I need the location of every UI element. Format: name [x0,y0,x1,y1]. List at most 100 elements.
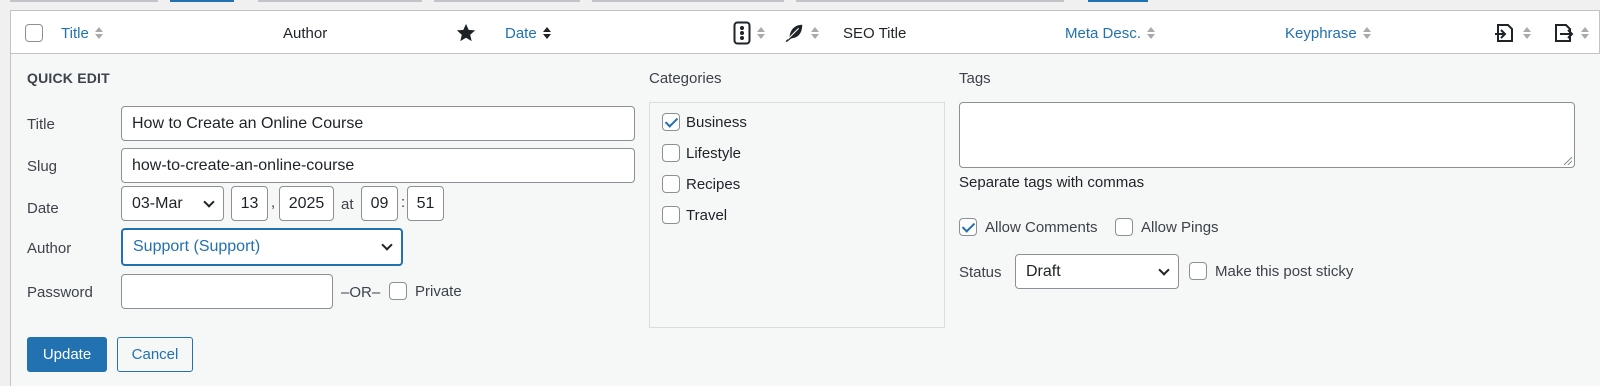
password-label: Password [27,284,93,301]
sort-icon [1581,27,1589,39]
date-at: at [341,196,354,213]
author-value: Support (Support) [133,238,261,255]
category-item[interactable]: Business [662,113,747,131]
posts-table-header: Title Author Date SEO Title Meta Desc. K… [10,10,1600,54]
sort-icon [1362,27,1371,39]
minute-input[interactable]: 51 [407,186,444,221]
category-item[interactable]: Lifestyle [662,144,741,162]
sort-icon [811,27,819,39]
column-seo-score[interactable] [733,11,765,55]
date-comma: , [271,194,276,211]
toolbar-remnant-segment [10,0,158,2]
category-item[interactable]: Travel [662,206,727,224]
column-incoming-links[interactable] [1493,11,1531,55]
categories-checklist: Business Lifestyle Recipes Travel [649,102,945,328]
sort-icon [757,27,765,39]
title-input[interactable]: How to Create an Online Course [121,106,635,141]
category-checkbox[interactable] [662,175,680,193]
status-select[interactable]: Draft [1015,254,1179,289]
allow-comments-option[interactable]: Allow Comments [959,218,1098,236]
category-checkbox[interactable] [662,144,680,162]
chevron-down-icon [203,195,215,208]
category-label: Lifestyle [686,144,742,162]
private-label: Private [415,282,462,300]
column-title[interactable]: Title [61,11,103,55]
category-label: Business [686,113,747,131]
chevron-down-icon [381,239,393,251]
toolbar-remnant-segment [258,0,422,2]
column-title-label[interactable]: Title [61,25,89,42]
allow-pings-checkbox[interactable] [1115,218,1133,236]
status-value: Draft [1026,262,1061,280]
date-label: Date [27,200,59,217]
column-author-label: Author [283,24,328,42]
column-meta-desc[interactable]: Meta Desc. [1065,11,1155,55]
cancel-button[interactable]: Cancel [117,337,193,372]
allow-comments-checkbox[interactable] [959,218,977,236]
hour-input[interactable]: 09 [361,186,398,221]
day-input[interactable]: 13 [231,186,268,221]
select-all-checkbox[interactable] [25,24,43,42]
sort-icon [1523,27,1531,39]
allow-pings-label: Allow Pings [1141,218,1219,236]
column-outgoing-links[interactable] [1551,11,1589,55]
allow-comments-label: Allow Comments [985,218,1098,236]
outgoing-links-icon [1555,24,1574,42]
password-input[interactable] [121,274,333,309]
column-date[interactable]: Date [505,11,551,55]
quick-edit-heading: QUICK EDIT [27,70,110,86]
month-value: 03-Mar [132,194,183,212]
status-label: Status [959,264,1002,281]
column-meta-desc-label[interactable]: Meta Desc. [1065,25,1141,42]
sort-icon [94,27,103,39]
toolbar-remnant-segment [170,0,234,2]
year-input[interactable]: 2025 [279,186,334,221]
incoming-links-icon [1495,24,1513,42]
star-icon [456,23,476,42]
author-select[interactable]: Support (Support) [121,228,403,266]
sticky-checkbox[interactable] [1189,262,1207,280]
sort-icon [1146,27,1155,39]
author-label: Author [27,240,72,257]
category-item[interactable]: Recipes [662,175,740,193]
tags-label: Tags [959,70,991,87]
slug-label: Slug [27,158,58,175]
toolbar-remnant-segment [796,0,1064,2]
column-seo-title: SEO Title [843,11,906,55]
column-featured [455,11,477,55]
tags-textarea[interactable] [959,102,1575,168]
select-all-cell [25,11,43,55]
or-separator: –OR– [341,284,381,301]
toolbar-remnant [0,0,1600,10]
chevron-down-icon [1158,263,1170,276]
month-select[interactable]: 03-Mar [121,186,224,221]
column-keyphrase[interactable]: Keyphrase [1285,11,1371,55]
title-label: Title [27,116,55,133]
tags-hint: Separate tags with commas [959,174,1145,191]
update-button[interactable]: Update [27,337,107,372]
toolbar-remnant-segment [592,0,784,2]
slug-input[interactable]: how-to-create-an-online-course [121,148,635,183]
sticky-option[interactable]: Make this post sticky [1189,262,1353,280]
private-option[interactable]: Private [389,282,462,300]
column-keyphrase-label[interactable]: Keyphrase [1285,25,1357,42]
categories-label: Categories [649,70,722,87]
category-checkbox[interactable] [662,206,680,224]
feather-icon [785,24,803,43]
quick-edit-panel: QUICK EDIT Title How to Create an Online… [10,54,1600,386]
sort-icon [542,27,551,39]
allow-pings-option[interactable]: Allow Pings [1115,218,1219,236]
column-date-label[interactable]: Date [505,25,537,42]
category-label: Recipes [686,175,741,193]
column-author: Author [283,11,327,55]
column-seo-title-label: SEO Title [843,24,907,42]
sticky-label: Make this post sticky [1215,262,1354,280]
traffic-light-icon [733,21,751,45]
category-label: Travel [686,206,728,224]
private-checkbox[interactable] [389,282,407,300]
time-colon: : [401,194,406,211]
column-readability[interactable] [783,11,819,55]
toolbar-remnant-segment [1088,0,1148,2]
category-checkbox[interactable] [662,113,680,131]
toolbar-remnant-segment [434,0,580,2]
